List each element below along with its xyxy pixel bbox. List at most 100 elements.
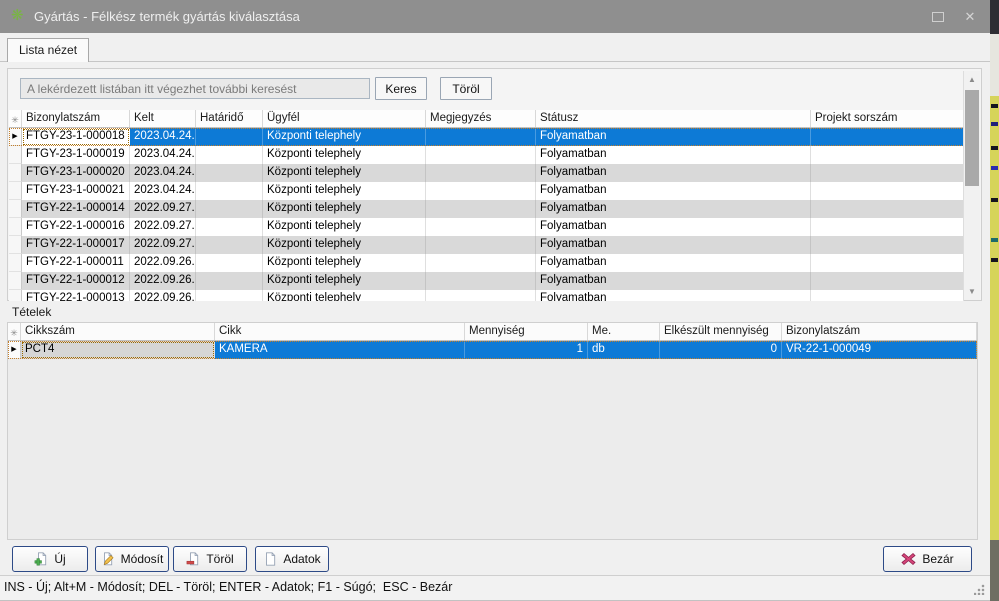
column-header-bizonylatszam[interactable]: Bizonylatszám xyxy=(782,323,977,340)
cell-bizonylatszam[interactable]: FTGY-22-1-000014 xyxy=(22,200,130,218)
cell-projekt[interactable] xyxy=(811,272,964,290)
cell-projekt[interactable] xyxy=(811,128,964,146)
cell-hatarido[interactable] xyxy=(196,236,263,254)
cell-statusz[interactable]: Folyamatban xyxy=(536,182,811,200)
column-header-elkeszult[interactable]: Elkészült mennyiség xyxy=(660,323,782,340)
cell-hatarido[interactable] xyxy=(196,218,263,236)
cell-kelt[interactable]: 2022.09.27. xyxy=(130,218,196,236)
data-button[interactable]: Adatok xyxy=(255,546,329,572)
cell-kelt[interactable]: 2022.09.26. xyxy=(130,272,196,290)
cell-megjegyzes[interactable] xyxy=(426,272,536,290)
cell-bizonylatszam[interactable]: FTGY-23-1-000019 xyxy=(22,146,130,164)
cell-elkeszult[interactable]: 0 xyxy=(660,341,782,359)
cell-hatarido[interactable] xyxy=(196,182,263,200)
cell-statusz[interactable]: Folyamatban xyxy=(536,128,811,146)
cell-ugyfel[interactable]: Központi telephely xyxy=(263,218,426,236)
row-marker[interactable] xyxy=(9,164,22,182)
column-header-bizonylatszam[interactable]: Bizonylatszám xyxy=(22,110,130,127)
cell-ugyfel[interactable]: Központi telephely xyxy=(263,290,426,301)
cell-bizonylatszam[interactable]: FTGY-22-1-000011 xyxy=(22,254,130,272)
cell-projekt[interactable] xyxy=(811,254,964,272)
row-marker[interactable] xyxy=(9,272,22,290)
new-button[interactable]: Új xyxy=(12,546,88,572)
cell-kelt[interactable]: 2023.04.24. xyxy=(130,128,196,146)
cell-megjegyzes[interactable] xyxy=(426,254,536,272)
table-row[interactable]: FTGY-22-1-0000172022.09.27. Központi tele… xyxy=(9,236,964,254)
row-marker[interactable] xyxy=(9,254,22,272)
column-header-projekt[interactable]: Projekt sorszám xyxy=(811,110,964,127)
column-header-ugyfel[interactable]: Ügyfél xyxy=(263,110,426,127)
cell-megjegyzes[interactable] xyxy=(426,182,536,200)
row-marker[interactable] xyxy=(9,218,22,236)
search-input[interactable] xyxy=(20,78,370,99)
column-header-cikkszam[interactable]: Cikkszám xyxy=(21,323,215,340)
cell-projekt[interactable] xyxy=(811,290,964,301)
vertical-scrollbar[interactable]: ▲ ▼ xyxy=(963,71,980,300)
table-row[interactable]: FTGY-22-1-0000132022.09.26. Központi tele… xyxy=(9,290,964,301)
table-row[interactable]: FTGY-23-1-0000202023.04.24. Központi tele… xyxy=(9,164,964,182)
cell-hatarido[interactable] xyxy=(196,200,263,218)
search-button[interactable]: Keres xyxy=(375,77,427,100)
cell-bizonylatszam[interactable]: FTGY-22-1-000016 xyxy=(22,218,130,236)
cell-megjegyzes[interactable] xyxy=(426,164,536,182)
cell-kelt[interactable]: 2022.09.27. xyxy=(130,200,196,218)
cell-ugyfel[interactable]: Központi telephely xyxy=(263,128,426,146)
row-marker[interactable] xyxy=(9,236,22,254)
table-row[interactable]: FTGY-22-1-0000112022.09.26. Központi tele… xyxy=(9,254,964,272)
cell-kelt[interactable]: 2023.04.24. xyxy=(130,164,196,182)
cell-kelt[interactable]: 2023.04.24. xyxy=(130,146,196,164)
cell-bizonylatszam[interactable]: FTGY-22-1-000013 xyxy=(22,290,130,301)
cell-megjegyzes[interactable] xyxy=(426,146,536,164)
close-icon[interactable]: ✕ xyxy=(954,0,986,33)
row-marker[interactable] xyxy=(9,200,22,218)
cell-projekt[interactable] xyxy=(811,200,964,218)
cell-megjegyzes[interactable] xyxy=(426,290,536,301)
column-header-cikk[interactable]: Cikk xyxy=(215,323,465,340)
cell-statusz[interactable]: Folyamatban xyxy=(536,146,811,164)
table-row[interactable]: FTGY-22-1-0000142022.09.27. Központi tele… xyxy=(9,200,964,218)
cell-hatarido[interactable] xyxy=(196,146,263,164)
cell-kelt[interactable]: 2022.09.26. xyxy=(130,290,196,301)
cell-ugyfel[interactable]: Központi telephely xyxy=(263,254,426,272)
column-header-me[interactable]: Me. xyxy=(588,323,660,340)
cell-hatarido[interactable] xyxy=(196,272,263,290)
scroll-up-icon[interactable]: ▲ xyxy=(964,71,980,88)
cell-hatarido[interactable] xyxy=(196,254,263,272)
cell-kelt[interactable]: 2022.09.27. xyxy=(130,236,196,254)
cell-statusz[interactable]: Folyamatban xyxy=(536,290,811,301)
cell-megjegyzes[interactable] xyxy=(426,218,536,236)
cell-mennyiseg[interactable]: 1 xyxy=(465,341,588,359)
scroll-thumb[interactable] xyxy=(965,90,979,186)
row-marker[interactable] xyxy=(9,290,22,301)
table-row[interactable]: FTGY-22-1-0000162022.09.27. Központi tele… xyxy=(9,218,964,236)
cell-projekt[interactable] xyxy=(811,236,964,254)
cell-me[interactable]: db xyxy=(588,341,660,359)
cell-ugyfel[interactable]: Központi telephely xyxy=(263,200,426,218)
cell-kelt[interactable]: 2023.04.24. xyxy=(130,182,196,200)
cell-hatarido[interactable] xyxy=(196,290,263,301)
cell-ugyfel[interactable]: Központi telephely xyxy=(263,236,426,254)
cell-megjegyzes[interactable] xyxy=(426,128,536,146)
cell-ugyfel[interactable]: Központi telephely xyxy=(263,146,426,164)
maximize-button[interactable] xyxy=(922,0,954,33)
cell-bizonylatszam[interactable]: FTGY-22-1-000017 xyxy=(22,236,130,254)
cell-ugyfel[interactable]: Központi telephely xyxy=(263,164,426,182)
cell-bizonylatszam[interactable]: VR-22-1-000049 xyxy=(782,341,977,359)
cell-kelt[interactable]: 2022.09.26. xyxy=(130,254,196,272)
cell-bizonylatszam[interactable]: FTGY-23-1-000020 xyxy=(22,164,130,182)
close-dialog-button[interactable]: Bezár xyxy=(883,546,972,572)
scroll-down-icon[interactable]: ▼ xyxy=(964,283,980,300)
cell-statusz[interactable]: Folyamatban xyxy=(536,200,811,218)
cell-cikkszam[interactable]: PCT4 xyxy=(21,341,215,359)
column-header-statusz[interactable]: Státusz xyxy=(536,110,811,127)
cell-statusz[interactable]: Folyamatban xyxy=(536,218,811,236)
cell-statusz[interactable]: Folyamatban xyxy=(536,254,811,272)
titlebar[interactable]: ❋ Gyártás - Félkész termék gyártás kivál… xyxy=(0,0,990,33)
cell-bizonylatszam[interactable]: FTGY-22-1-000012 xyxy=(22,272,130,290)
cell-megjegyzes[interactable] xyxy=(426,200,536,218)
cell-statusz[interactable]: Folyamatban xyxy=(536,236,811,254)
column-header-megjegyzes[interactable]: Megjegyzés xyxy=(426,110,536,127)
cell-hatarido[interactable] xyxy=(196,128,263,146)
cell-megjegyzes[interactable] xyxy=(426,236,536,254)
cell-projekt[interactable] xyxy=(811,164,964,182)
